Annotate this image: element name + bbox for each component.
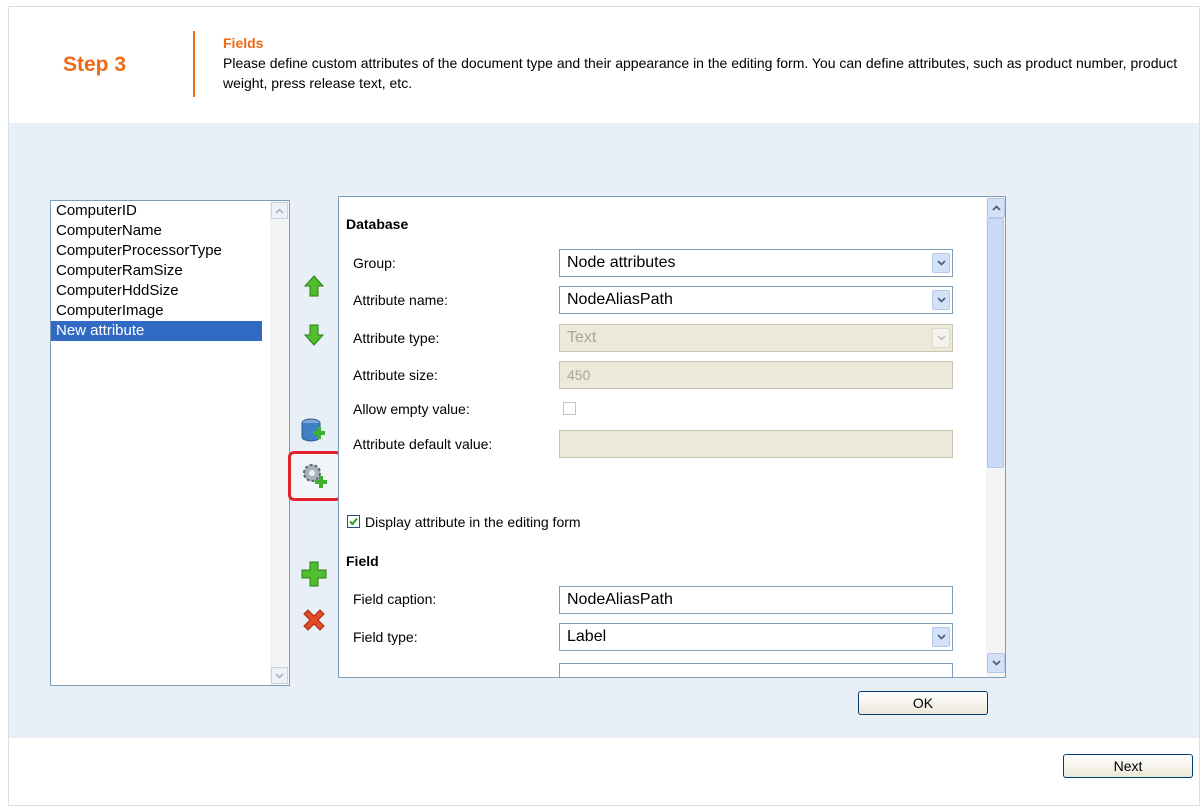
step-number: Step 3 (63, 53, 127, 76)
field-section-title: Field (346, 553, 379, 569)
default-value-input (559, 430, 953, 458)
group-select[interactable]: Node attributes (559, 249, 953, 277)
list-item[interactable]: ComputerImage (51, 301, 262, 321)
checkmark-icon (349, 517, 358, 526)
plus-icon (301, 561, 327, 587)
move-down-button[interactable] (297, 318, 331, 352)
chevron-up-icon (275, 207, 284, 214)
attribute-name-value: NodeAliasPath (567, 291, 673, 308)
wizard-header: Step 3 Fields Please define custom attri… (9, 7, 1199, 123)
form-scrollbar[interactable] (986, 197, 1005, 677)
arrow-down-icon (304, 324, 324, 346)
wizard-footer: Next (9, 738, 1199, 805)
scroll-up-button[interactable] (987, 198, 1005, 218)
display-in-form-label[interactable]: Display attribute in the editing form (365, 514, 581, 530)
list-scrollbar[interactable] (270, 201, 289, 685)
scroll-down-button[interactable] (271, 667, 288, 684)
scroll-thumb[interactable] (987, 218, 1004, 468)
next-button[interactable]: Next (1063, 754, 1193, 778)
new-system-attribute-button[interactable] (288, 451, 342, 501)
chevron-down-icon (932, 328, 950, 348)
group-label: Group: (353, 255, 396, 271)
delete-icon (303, 609, 325, 631)
content-area: ComputerID ComputerName ComputerProcesso… (9, 123, 1199, 738)
field-type-value: Label (567, 628, 607, 645)
attribute-size-label: Attribute size: (353, 367, 438, 383)
chevron-down-icon[interactable] (932, 627, 950, 647)
field-caption-label: Field caption: (353, 591, 437, 607)
attribute-list[interactable]: ComputerID ComputerName ComputerProcesso… (50, 200, 290, 686)
chevron-up-icon (991, 205, 1001, 211)
display-in-form-checkbox[interactable] (347, 515, 360, 528)
chevron-down-icon (991, 660, 1001, 666)
attribute-size-input: 450 (559, 361, 953, 389)
list-item[interactable]: ComputerHddSize (51, 281, 262, 301)
default-value-label: Attribute default value: (353, 436, 493, 452)
gear-add-icon (303, 464, 327, 488)
arrow-up-icon (304, 275, 324, 297)
list-item[interactable]: ComputerID (51, 201, 262, 221)
step-title: Fields (223, 35, 264, 51)
allow-empty-checkbox (563, 402, 576, 415)
allow-empty-label: Allow empty value: (353, 401, 470, 417)
attribute-type-select: Text (559, 324, 953, 352)
new-attribute-button[interactable] (297, 413, 331, 447)
move-up-button[interactable] (297, 269, 331, 303)
chevron-down-icon[interactable] (932, 253, 950, 273)
chevron-down-icon[interactable] (932, 290, 950, 310)
list-item[interactable]: ComputerRamSize (51, 261, 262, 281)
database-section-title: Database (346, 216, 409, 232)
scroll-down-button[interactable] (987, 653, 1005, 673)
step-description: Please define custom attributes of the d… (223, 55, 1178, 91)
wizard-frame: Step 3 Fields Please define custom attri… (8, 6, 1200, 806)
new-category-button[interactable] (297, 557, 331, 591)
attribute-size-value: 450 (567, 367, 591, 383)
delete-attribute-button[interactable] (297, 603, 331, 637)
field-caption-value: NodeAliasPath (567, 591, 673, 608)
attribute-form: Database Group: Node attributes Attribut… (338, 196, 1006, 678)
list-item[interactable]: ComputerName (51, 221, 262, 241)
attribute-type-value: Text (567, 329, 597, 346)
scroll-up-button[interactable] (271, 202, 288, 219)
chevron-down-icon (275, 672, 284, 679)
group-value: Node attributes (567, 254, 676, 271)
list-item[interactable]: ComputerProcessorType (51, 241, 262, 261)
list-item-selected[interactable]: New attribute (51, 321, 262, 341)
attribute-name-label: Attribute name: (353, 292, 448, 308)
field-type-label: Field type: (353, 629, 418, 645)
field-caption-input[interactable]: NodeAliasPath (559, 586, 953, 614)
ok-button[interactable]: OK (858, 691, 988, 715)
attribute-type-label: Attribute type: (353, 330, 440, 346)
attribute-name-select[interactable]: NodeAliasPath (559, 286, 953, 314)
field-type-select[interactable]: Label (559, 623, 953, 651)
next-field-control[interactable] (559, 663, 953, 677)
header-divider (193, 31, 195, 97)
database-add-icon (301, 418, 325, 442)
